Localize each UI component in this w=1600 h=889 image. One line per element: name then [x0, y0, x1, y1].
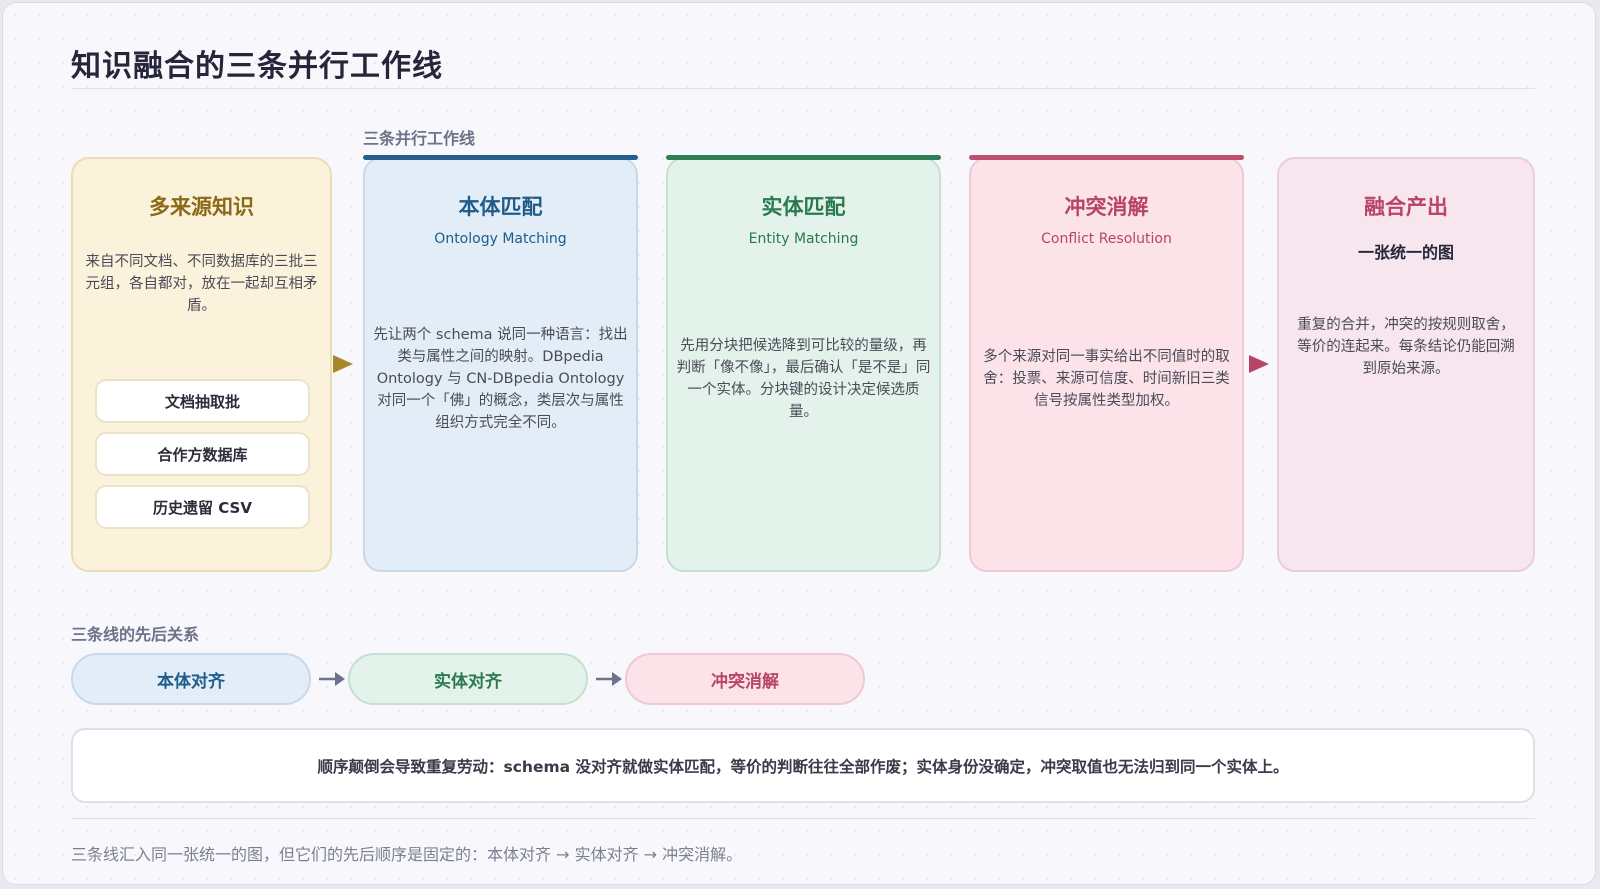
order-arrow-icon	[319, 672, 345, 686]
entity-matching-card: 实体匹配 Entity Matching 先用分块把候选降到可比较的量级，再判断…	[666, 155, 941, 572]
page-title: 知识融合的三条并行工作线	[71, 49, 443, 84]
source-item-document: 文档抽取批	[95, 379, 310, 423]
order-step-ontology: 本体对齐	[71, 653, 311, 705]
ontology-title: 本体匹配	[458, 195, 543, 219]
source-item-legacy-csv: 历史遗留 CSV	[95, 485, 310, 529]
diagram-frame: 知识融合的三条并行工作线 三条并行工作线 多来源知识 来自不同文档、不同数据库的…	[2, 2, 1596, 885]
source-title: 多来源知识	[149, 195, 254, 219]
output-title: 融合产出	[1364, 195, 1448, 219]
entity-subtitle: Entity Matching	[748, 231, 859, 247]
ontology-description: 先让两个 schema 说同一种语言：找出类与属性之间的映射。DBpedia O…	[373, 327, 628, 431]
entity-topbar	[666, 155, 941, 160]
parallel-section-label: 三条并行工作线	[363, 129, 476, 148]
order-arrow-icon	[596, 672, 622, 686]
order-step-entity: 实体对齐	[348, 653, 588, 705]
ontology-subtitle: Ontology Matching	[434, 231, 567, 247]
footer-divider	[71, 818, 1535, 819]
output-subtitle: 一张统一的图	[1357, 243, 1454, 262]
source-description: 来自不同文档、不同数据库的三批三元组，各自都对，放在一起却互相矛盾。	[85, 254, 318, 314]
conflict-topbar	[969, 155, 1244, 160]
conflict-subtitle: Conflict Resolution	[1041, 231, 1172, 247]
entity-title: 实体匹配	[761, 195, 846, 219]
source-card: 多来源知识 来自不同文档、不同数据库的三批三元组，各自都对，放在一起却互相矛盾。…	[71, 157, 332, 572]
ontology-matching-card: 本体匹配 Ontology Matching 先让两个 schema 说同一种语…	[363, 155, 638, 572]
output-description: 重复的合并，冲突的按规则取舍，等价的连起来。每条结论仍能回溯到原始来源。	[1297, 317, 1515, 377]
order-step-conflict: 冲突消解	[625, 653, 865, 705]
ontology-topbar	[363, 155, 638, 160]
order-section-label: 三条线的先后关系	[71, 625, 200, 644]
fusion-output-card: 融合产出 一张统一的图 重复的合并，冲突的按规则取舍，等价的连起来。每条结论仍能…	[1277, 157, 1535, 572]
conflict-resolution-card: 冲突消解 Conflict Resolution 多个来源对同一事实给出不同值时…	[969, 155, 1244, 572]
title-divider	[71, 88, 1535, 89]
conflict-description: 多个来源对同一事实给出不同值时的取舍：投票、来源可信度、时间新旧三类信号按属性类…	[983, 349, 1230, 409]
source-to-lines-arrow-icon	[333, 355, 353, 373]
conflict-title: 冲突消解	[1064, 195, 1149, 219]
source-item-partner-db: 合作方数据库	[95, 432, 310, 476]
footer-caption: 三条线汇入同一张统一的图，但它们的先后顺序是固定的：本体对齐 → 实体对齐 → …	[71, 845, 743, 864]
order-note: 顺序颠倒会导致重复劳动：schema 没对齐就做实体匹配，等价的判断往往全部作废…	[71, 728, 1535, 803]
entity-description: 先用分块把候选降到可比较的量级，再判断「像不像」，最后确认「是不是」同一个实体。…	[676, 338, 931, 420]
lines-to-output-arrow-icon	[1249, 355, 1269, 373]
